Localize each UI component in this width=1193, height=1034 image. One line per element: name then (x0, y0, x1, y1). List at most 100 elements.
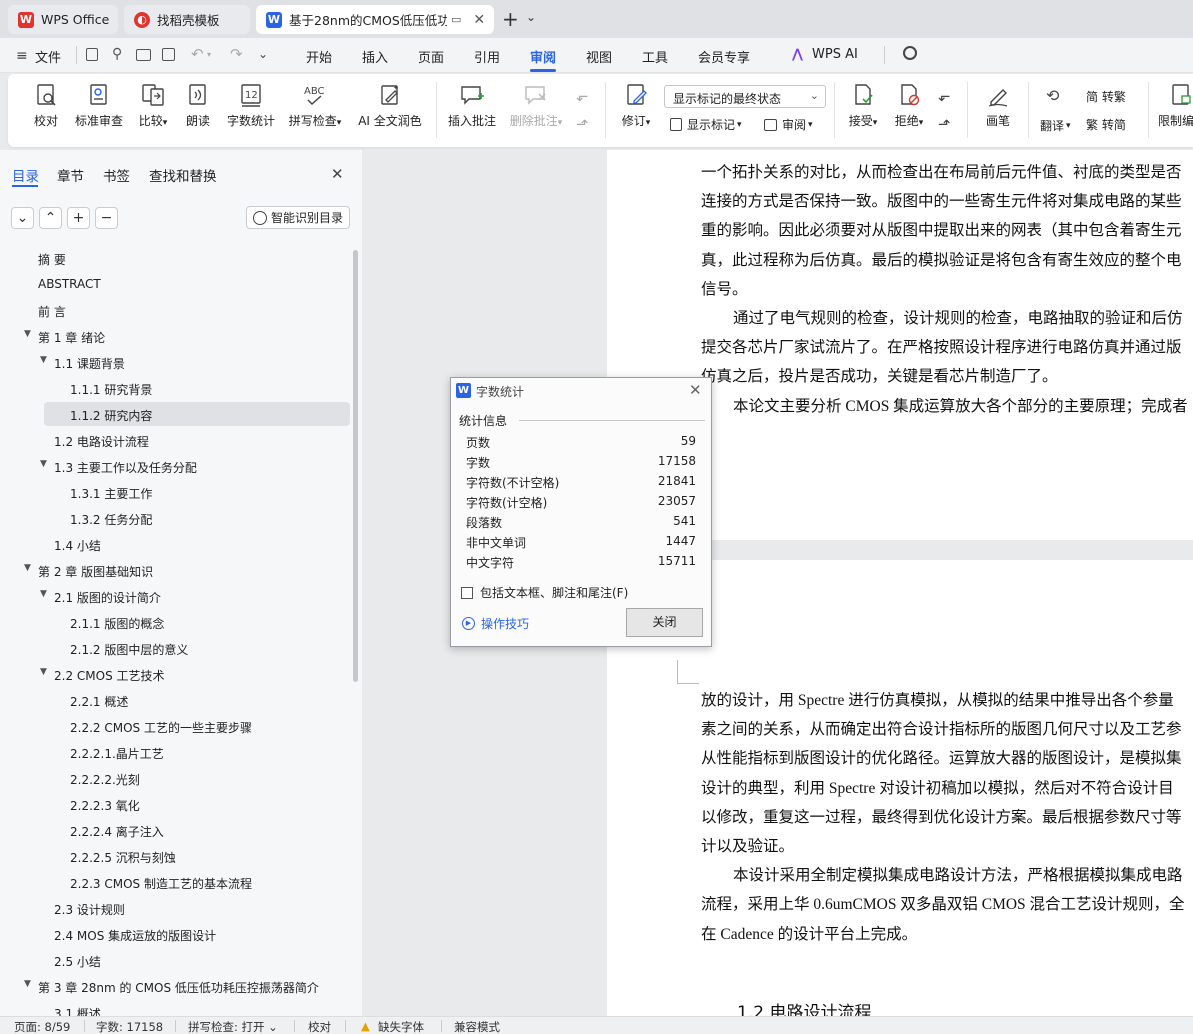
toc-item[interactable]: 1.2 电路设计流程 (0, 428, 352, 452)
share-link-icon[interactable]: ⚲ (112, 46, 122, 62)
menu-page[interactable]: 页面 (418, 47, 444, 66)
toc-item[interactable]: ▼ 第 1 章 绪论 (0, 324, 352, 348)
read-aloud-button[interactable]: 朗读 (184, 82, 212, 142)
toc-item[interactable]: 2.2.3 CMOS 制造工艺的基本流程 (0, 870, 352, 894)
chevron-down-icon[interactable]: ▾ (207, 50, 211, 59)
tips-link[interactable]: ▶ 操作技巧 (462, 615, 529, 632)
collapse-down-button[interactable]: ⌄ (11, 207, 34, 229)
markup-mode-select[interactable]: 显示标记的最终状态 ⌄ (664, 85, 826, 108)
toc-item[interactable]: 1.4 小结 (0, 532, 352, 556)
toc-scrollbar[interactable] (353, 250, 358, 682)
tab-active-document[interactable]: W 基于28nm的CMOS低压低功耗 ▭ ✕ (256, 5, 494, 34)
proofread-indicator[interactable]: 校对 (308, 1019, 331, 1034)
toc-item[interactable]: 前 言 (0, 298, 352, 322)
toc-item[interactable]: ▼ 2.2 CMOS 工艺技术 (0, 662, 352, 686)
previous-comment-icon[interactable]: ⬐ (576, 87, 589, 105)
to-traditional-button[interactable]: 简 转繁 (1086, 88, 1126, 105)
toc-item[interactable]: 2.1.2 版图中层的意义 (0, 636, 352, 660)
undo-icon[interactable]: ↶ (191, 45, 204, 63)
word-count-button[interactable]: 12 字数统计 (226, 82, 276, 142)
toc-item[interactable]: 2.2.2 CMOS 工艺的一些主要步骤 (0, 714, 352, 738)
proofread-button[interactable]: 校对 (30, 82, 62, 142)
print-preview-icon[interactable] (162, 48, 175, 61)
restrict-editing-button[interactable]: 限制编 (1158, 82, 1193, 142)
reject-button[interactable]: 拒绝▾ (890, 82, 928, 142)
toc-expand-arrow-icon[interactable]: ▼ (24, 329, 31, 339)
new-tab-button[interactable]: + (502, 7, 519, 31)
close-button[interactable]: 关闭 (626, 608, 703, 637)
toc-expand-arrow-icon[interactable]: ▼ (40, 355, 47, 365)
toc-expand-arrow-icon[interactable]: ▼ (40, 589, 47, 599)
toc-item[interactable]: 2.2.2.3 氧化 (0, 792, 352, 816)
toc-item[interactable]: ▼ 2.1 版图的设计简介 (0, 584, 352, 608)
toc-expand-arrow-icon[interactable]: ▼ (40, 459, 47, 469)
menu-tools[interactable]: 工具 (642, 47, 668, 66)
toc-item[interactable]: 2.2.2.2.光刻 (0, 766, 352, 790)
toc-item[interactable]: ▼ 1.3 主要工作以及任务分配 (0, 454, 352, 478)
hamburger-icon[interactable]: ≡ (16, 48, 28, 64)
search-icon[interactable] (903, 46, 917, 60)
accept-button[interactable]: 接受▾ (844, 82, 882, 142)
toc-item[interactable]: 1.3.2 任务分配 (0, 506, 352, 530)
to-simplified-button[interactable]: 繁 转简 (1086, 116, 1126, 133)
toc-item[interactable]: 1.1.1 研究背景 (0, 376, 352, 400)
previous-change-icon[interactable]: ⬐ (938, 87, 951, 105)
toc-item[interactable]: ▼ 1.1 课题背景 (0, 350, 352, 374)
panel-tab-bookmarks[interactable]: 书签 (103, 165, 130, 185)
tab-wps-office[interactable]: W WPS Office (8, 5, 118, 34)
redo-icon[interactable]: ↷ (230, 45, 243, 63)
menu-file[interactable]: 文件 (35, 47, 61, 66)
screen-cast-icon[interactable]: ▭ (451, 13, 461, 26)
menu-member[interactable]: 会员专享 (698, 47, 750, 66)
pen-button[interactable]: 画笔 (982, 82, 1014, 142)
spell-check-button[interactable]: ABC 拼写检查▾ (286, 82, 344, 142)
panel-tab-find-replace[interactable]: 查找和替换 (149, 165, 217, 185)
remove-heading-button[interactable]: − (95, 207, 118, 229)
next-comment-icon[interactable]: ⬏ (576, 115, 589, 133)
missing-font-indicator[interactable]: 缺失字体 (378, 1019, 424, 1034)
track-changes-button[interactable]: 修订▾ (614, 82, 658, 142)
print-icon[interactable] (136, 49, 151, 61)
toc-expand-arrow-icon[interactable]: ▼ (24, 979, 31, 989)
ai-polish-button[interactable]: ✦ AI 全文润色 (354, 82, 426, 142)
word-count-indicator[interactable]: 字数: 17158 (96, 1019, 163, 1034)
page-indicator[interactable]: 页面: 8/59 (14, 1019, 70, 1034)
expand-up-button[interactable]: ⌃ (39, 207, 62, 229)
toc-expand-arrow-icon[interactable]: ▼ (40, 667, 47, 677)
translate-button[interactable]: 翻译 ▾ (1040, 117, 1071, 134)
menu-references[interactable]: 引用 (474, 47, 500, 66)
toc-item[interactable]: 2.2.2.1.晶片工艺 (0, 740, 352, 764)
delete-comment-button[interactable]: 删除批注▾ (506, 82, 566, 142)
add-heading-button[interactable]: + (67, 207, 90, 229)
compare-button[interactable]: 比较▾ (134, 82, 172, 142)
include-textbox-checkbox[interactable] (461, 586, 473, 599)
next-change-icon[interactable]: ⬏ (938, 115, 951, 133)
toc-item[interactable]: 2.3 设计规则 (0, 896, 352, 920)
toc-item[interactable]: 2.2.2.4 离子注入 (0, 818, 352, 842)
review-pane-button[interactable]: 审阅 ▾ (764, 116, 813, 133)
panel-tab-chapters[interactable]: 章节 (57, 165, 84, 185)
include-textbox-checkbox-row[interactable]: 包括文本框、脚注和尾注(F) (461, 584, 628, 601)
toc-item[interactable]: 2.1.1 版图的概念 (0, 610, 352, 634)
standard-review-button[interactable]: 标准审查 (74, 82, 124, 142)
toc-item[interactable]: 2.4 MOS 集成运放的版图设计 (0, 922, 352, 946)
menu-review[interactable]: 审阅 (530, 47, 556, 66)
toc-item[interactable]: 2.5 小结 (0, 948, 352, 972)
toc-item[interactable]: 2.2.2.5 沉积与刻蚀 (0, 844, 352, 868)
smart-toc-button[interactable]: 智能识别目录 (246, 206, 350, 229)
toc-item[interactable]: 2.2.1 概述 (0, 688, 352, 712)
toc-item[interactable]: 1.3.1 主要工作 (0, 480, 352, 504)
menu-insert[interactable]: 插入 (362, 47, 388, 66)
menu-view[interactable]: 视图 (586, 47, 612, 66)
toc-item[interactable]: ▼ 第 3 章 28nm 的 CMOS 低压低功耗压控振荡器简介 (0, 974, 352, 998)
tab-template-store[interactable]: ◐ 找稻壳模板 (124, 5, 250, 34)
close-icon[interactable]: ✕ (473, 12, 485, 28)
toc-item[interactable]: ▼ 第 2 章 版图基础知识 (0, 558, 352, 582)
panel-tab-toc[interactable]: 目录 (12, 165, 39, 185)
toc-expand-arrow-icon[interactable]: ▼ (24, 563, 31, 573)
tab-list-chevron-icon[interactable]: ⌄ (526, 10, 536, 24)
toc-item[interactable]: ABSTRACT (0, 272, 352, 296)
close-panel-icon[interactable]: ✕ (331, 165, 344, 183)
show-markup-button[interactable]: 显示标记 ▾ (670, 116, 742, 133)
menu-wps-ai[interactable]: WPS AI (812, 47, 858, 62)
